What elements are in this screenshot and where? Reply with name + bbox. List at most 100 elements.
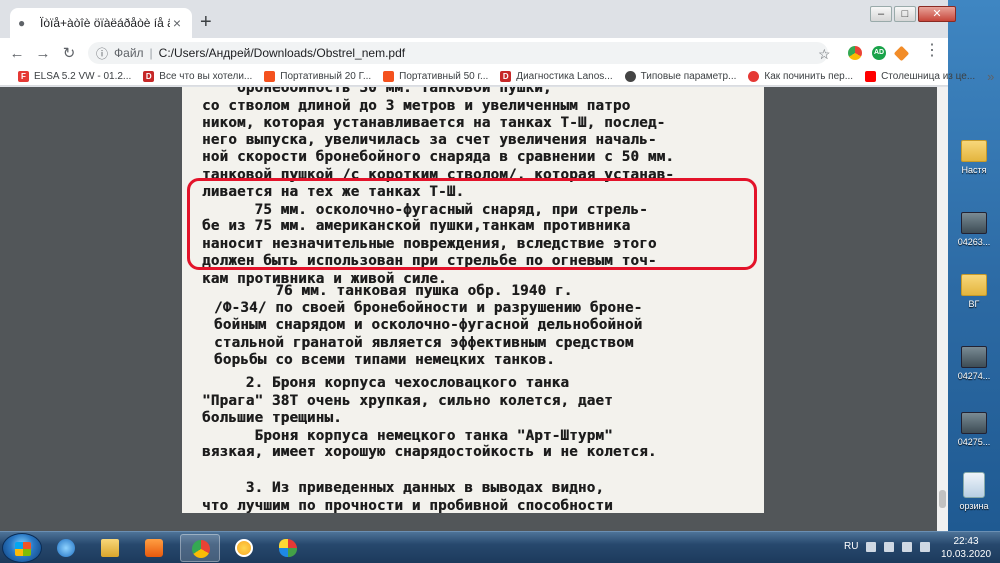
pdf-viewer[interactable]: бронебойность 30 мм. танковой пушки, со с… [0, 87, 948, 531]
bookmark-item[interactable]: Портативный 20 Г... [264, 71, 371, 82]
taskbar-app-media[interactable] [134, 534, 174, 562]
document-line: 3. Из приведенных данных в выводах видно… [202, 480, 605, 496]
address-url: C:/Users/Андрей/Downloads/Obstrel_nem.pd… [158, 46, 406, 60]
yandex-icon [235, 539, 253, 557]
youtube-icon [865, 71, 877, 82]
close-window-button[interactable]: ✕ [918, 6, 956, 22]
file-explorer-icon [101, 539, 119, 557]
scrollbar[interactable] [937, 87, 948, 531]
clock[interactable]: 22:43 10.03.2020 [938, 535, 994, 561]
tab-strip: ● Ïòïå+àòîè öïàëáðåòè íå âñç ñïå × + – □… [0, 0, 956, 38]
desktop-item-label: 04274... [957, 371, 991, 381]
menu-icon[interactable]: ⋮ [924, 43, 940, 59]
maximize-button[interactable]: □ [894, 6, 916, 22]
ie-icon [57, 539, 75, 557]
bookmark-favicon-icon: F [18, 71, 29, 82]
back-icon[interactable]: ← [4, 45, 30, 62]
bookmark-item[interactable]: Столешница из це... [865, 71, 975, 82]
volume-icon[interactable] [920, 542, 930, 552]
scrollbar-thumb[interactable] [939, 490, 946, 508]
language-indicator[interactable]: RU [844, 541, 858, 552]
image-file-icon [961, 346, 987, 368]
chrome-icon [192, 540, 210, 558]
network-icon[interactable] [902, 542, 912, 552]
taskbar-app-paint[interactable] [268, 534, 308, 562]
desktop-item[interactable]: 04263... [948, 212, 1000, 247]
bookmark-label: Типовые параметр... [640, 71, 737, 82]
bookmark-label: ELSA 5.2 VW - 01.2... [34, 71, 132, 82]
start-button[interactable] [2, 533, 42, 563]
document-line: "Прага" 38Т очень хрупкая, сильно колетс… [202, 393, 613, 409]
flag-icon[interactable] [884, 542, 894, 552]
desktop-item-label: орзина [959, 501, 989, 511]
taskbar-app-ie[interactable] [46, 534, 86, 562]
taskbar: RU 22:43 10.03.2020 [0, 531, 1000, 563]
bookmark-favicon-icon [748, 71, 760, 82]
bookmark-label: Все что вы хотели... [159, 71, 253, 82]
document-line: большие трещины. [202, 410, 342, 426]
taskbar-app-explorer[interactable] [90, 534, 130, 562]
ad-block-icon[interactable]: AD [872, 46, 886, 60]
document-line: со стволом длиной до 3 метров и увеличен… [202, 98, 631, 114]
taskbar-app-yandex[interactable] [224, 534, 264, 562]
close-icon[interactable]: × [170, 15, 184, 31]
forward-icon[interactable]: → [30, 45, 56, 62]
tab-pdf[interactable]: ● Ïòïå+àòîè öïàëáðåòè íå âñç ñïå × [10, 8, 192, 38]
desktop-item[interactable]: орзина [948, 472, 1000, 511]
document-line: бронебойность 30 мм. танковой пушки, [202, 87, 552, 96]
tab-title: Ïòïå+àòîè öïàëáðåòè íå âñç ñïå [40, 16, 170, 30]
toolbar: ← → ↻ ⓘ Файл | C:/Users/Андрей/Downloads… [0, 38, 948, 68]
bookmark-star-icon[interactable]: ☆ [818, 46, 831, 63]
desktop-item[interactable]: 04274... [948, 346, 1000, 381]
bookmark-favicon-icon: D [143, 71, 155, 82]
address-separator: | [149, 46, 153, 60]
bookmark-item[interactable]: Как починить пер... [748, 71, 853, 82]
bookmark-favicon-icon [624, 71, 636, 82]
desktop-item[interactable]: ВГ [948, 274, 1000, 309]
bookmark-label: Портативный 20 Г... [280, 71, 372, 82]
recycle-bin-icon [963, 472, 985, 498]
address-scheme: Файл [114, 46, 144, 60]
document-line: бойным снарядом и осколочно-фугасной дел… [214, 317, 643, 333]
bookmarks-more-button[interactable]: » [987, 69, 994, 84]
bookmark-favicon-icon: D [500, 71, 512, 82]
clock-date: 10.03.2020 [940, 549, 992, 560]
reload-icon[interactable]: ↻ [56, 44, 82, 62]
document-line: борьбы со всеми типами немецких танков. [214, 352, 555, 368]
document-line: /Ф-34/ по своей бронебойности и разрушен… [214, 300, 643, 316]
desktop-item[interactable]: 04275... [948, 412, 1000, 447]
paint-icon [279, 539, 297, 557]
address-bar[interactable]: ⓘ Файл | C:/Users/Андрей/Downloads/Obstr… [88, 42, 828, 64]
folder-icon [961, 274, 987, 296]
taskbar-app-chrome[interactable] [180, 534, 220, 562]
document-line: 2. Броня корпуса чехословацкого танка [202, 375, 570, 391]
globe-icon: ● [18, 16, 26, 30]
bookmark-label: Как починить пер... [764, 71, 854, 82]
folder-icon [961, 140, 987, 162]
puzzle-icon[interactable] [893, 45, 910, 62]
window-controls: – □ ✕ [868, 6, 956, 22]
bookmark-item[interactable]: D Все что вы хотели... [143, 71, 252, 82]
info-icon[interactable]: ⓘ [96, 45, 108, 62]
bookmark-item[interactable]: F ELSA 5.2 VW - 01.2... [18, 71, 131, 82]
media-player-icon [145, 539, 163, 557]
minimize-button[interactable]: – [870, 6, 892, 22]
image-file-icon [961, 212, 987, 234]
document-line: него выпуска, увеличилась за счет увелич… [202, 132, 657, 148]
bookmark-item[interactable]: Типовые параметр... [624, 71, 737, 82]
bookmark-item[interactable]: Портативный 50 г... [383, 71, 488, 82]
document-line: стальной гранатой является эффективным с… [214, 335, 634, 351]
red-highlight-box [187, 178, 757, 270]
keyboard-icon[interactable] [866, 542, 876, 552]
windows-logo-icon [15, 542, 31, 556]
new-tab-button[interactable]: + [200, 12, 212, 32]
document-line: ной скорости бронебойного снаряда в срав… [202, 149, 675, 165]
bookmark-item[interactable]: D Диагностика Lanos... [500, 71, 613, 82]
desktop-item[interactable]: Настя [948, 140, 1000, 175]
document-line: вязкая, имеет хорошую снарядостойкость и… [202, 444, 657, 460]
pdf-page: бронебойность 30 мм. танковой пушки, со с… [182, 87, 764, 513]
chrome-icon[interactable] [848, 46, 862, 60]
bookmark-favicon-icon [383, 71, 395, 82]
bookmark-label: Портативный 50 г... [399, 71, 489, 82]
